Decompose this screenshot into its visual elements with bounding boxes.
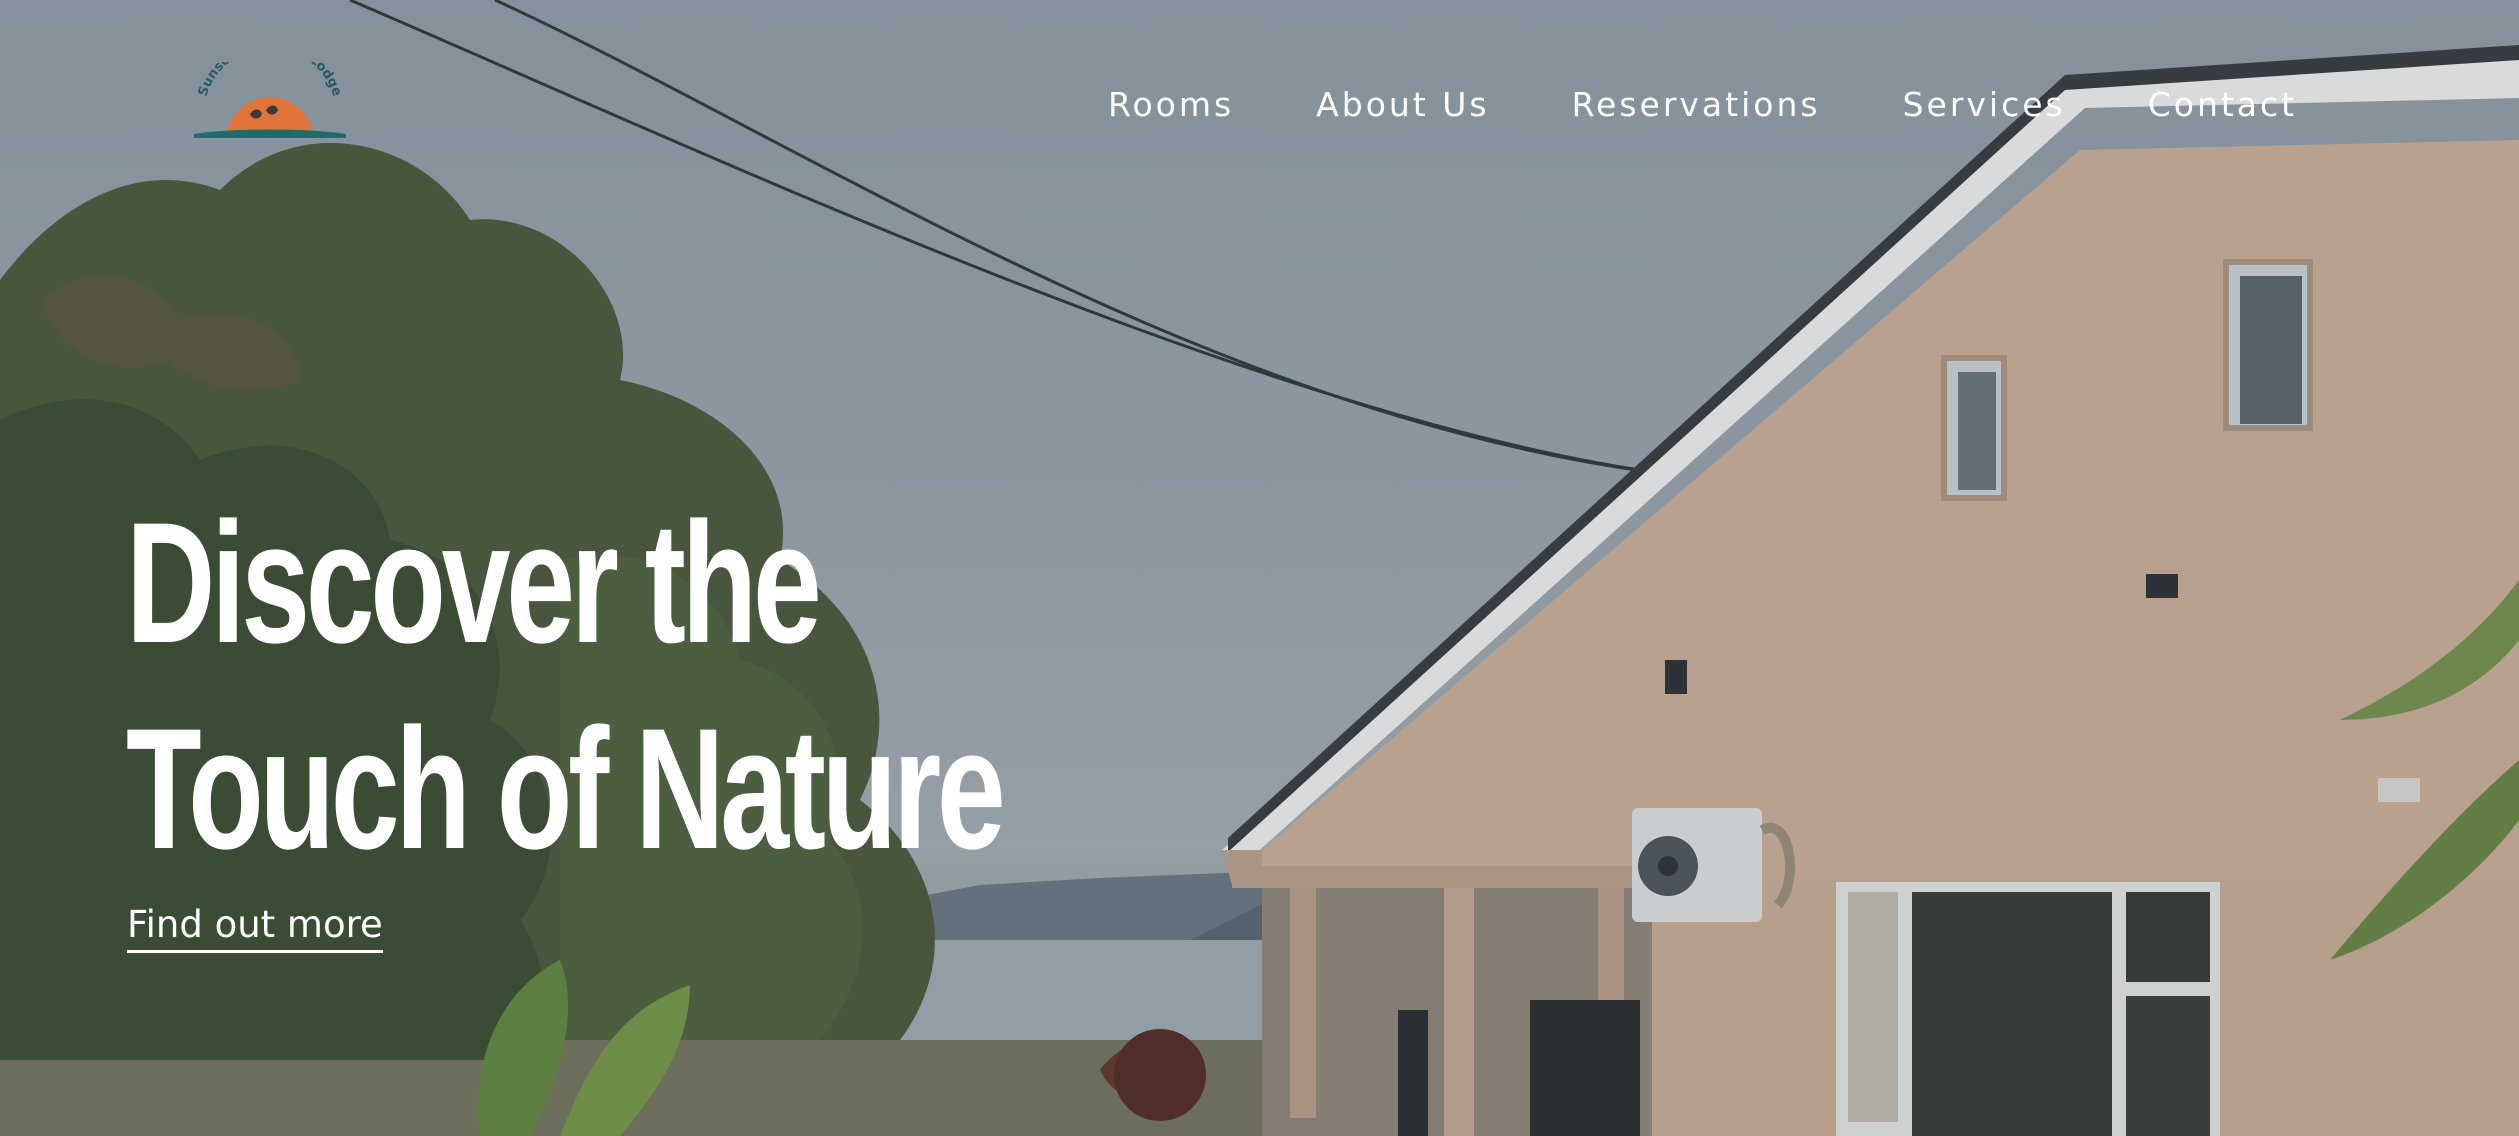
nav-link-reservations[interactable]: Reservations [1572,85,1821,124]
logo-wordmark: Sunset Lakeview Lodge [196,37,345,98]
nav-link-services[interactable]: Services [1903,85,2066,124]
nav-link-rooms[interactable]: Rooms [1108,85,1234,124]
find-out-more-link[interactable]: Find out more [127,903,383,953]
nav-link-contact[interactable]: Contact [2148,85,2297,124]
main-navigation: Rooms About Us Reservations Services Con… [1108,82,2297,126]
sunset-lakeview-lodge-logo[interactable]: Sunset Lakeview Lodge [190,37,350,140]
hero-headline-line-1: Discover the [126,487,822,679]
svg-text:Sunset Lakeview Lodge: Sunset Lakeview Lodge [196,62,345,98]
nav-link-about-us[interactable]: About Us [1316,85,1489,124]
hero-headline-line-2: Touch of Nature [126,693,1006,885]
hero-headline: Discover the Touch of Nature [126,480,1006,892]
logo-sun-icon: Sunset Lakeview Lodge [194,37,346,138]
